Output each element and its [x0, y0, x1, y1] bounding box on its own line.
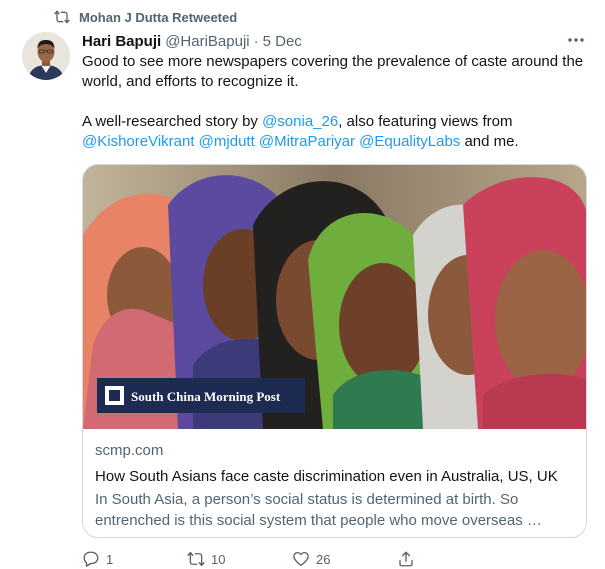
- mention-equalitylabs[interactable]: @EqualityLabs: [359, 133, 460, 150]
- like-count: 26: [316, 551, 331, 567]
- retweet-icon: [187, 551, 205, 567]
- card-image: South China Morning Post: [83, 165, 586, 429]
- mention-mitrapariyar[interactable]: @MitraPariyar: [259, 133, 355, 150]
- retweet-banner-text: Mohan J Dutta Retweeted: [79, 9, 238, 25]
- more-icon[interactable]: [565, 31, 587, 49]
- share-icon: [399, 551, 413, 567]
- share-button[interactable]: [397, 550, 502, 568]
- tweet-paragraph-2: A well-researched story by @sonia_26, al…: [82, 112, 587, 152]
- card-logo-text: South China Morning Post: [131, 389, 281, 404]
- like-icon: [293, 551, 309, 567]
- card-domain: scmp.com: [95, 442, 164, 459]
- retweet-icon: [54, 9, 70, 25]
- tweet-actions: 1 10 26: [82, 549, 502, 569]
- reply-button[interactable]: 1: [82, 550, 187, 568]
- card-title: How South Asians face caste discriminati…: [95, 468, 558, 485]
- separator-dot: ·: [253, 32, 259, 50]
- retweet-banner[interactable]: Mohan J Dutta Retweeted: [54, 8, 237, 26]
- retweet-button[interactable]: 10: [187, 550, 292, 568]
- author-handle[interactable]: @HariBapuji: [165, 33, 249, 50]
- author-name[interactable]: Hari Bapuji: [82, 33, 161, 50]
- mention-kishorevikrant[interactable]: @KishoreVikrant: [82, 133, 195, 150]
- text-segment: A well-researched story by: [82, 113, 263, 130]
- card-description: In South Asia, a person’s social status …: [95, 491, 542, 529]
- retweet-count: 10: [211, 551, 226, 567]
- like-button[interactable]: 26: [292, 550, 397, 568]
- tweet-paragraph-1: Good to see more newspapers covering the…: [82, 53, 584, 90]
- text-segment: , also featuring views from: [338, 113, 513, 130]
- mention-sonia-26[interactable]: @sonia_26: [262, 113, 338, 130]
- tweet-date[interactable]: 5 Dec: [263, 33, 302, 50]
- link-card[interactable]: South China Morning Post scmp.com How So…: [82, 164, 587, 538]
- tweet-header: Hari Bapuji @HariBapuji · 5 Dec: [82, 30, 585, 52]
- reply-icon: [83, 551, 99, 567]
- reply-count: 1: [106, 551, 114, 567]
- avatar[interactable]: [22, 32, 70, 80]
- card-info: scmp.com How South Asians face caste dis…: [95, 441, 574, 531]
- mention-mjdutt[interactable]: @mjdutt: [199, 133, 255, 150]
- text-segment: and me.: [460, 133, 519, 150]
- tweet-text: Good to see more newspapers covering the…: [82, 52, 587, 152]
